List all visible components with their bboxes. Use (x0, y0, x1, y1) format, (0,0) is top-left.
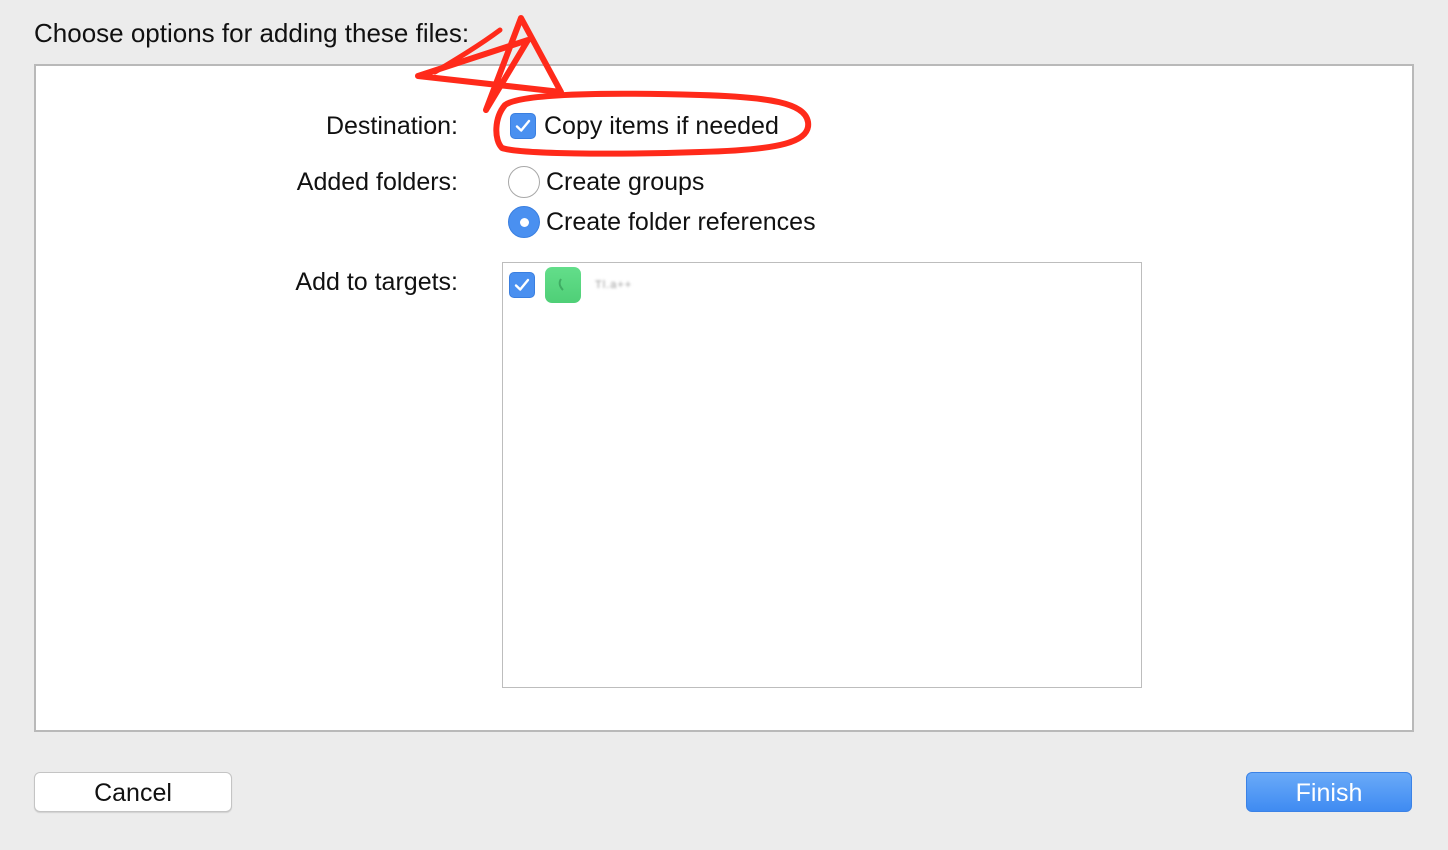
create-folder-references-label[interactable]: Create folder references (546, 206, 816, 238)
add-files-dialog: Choose options for adding these files: D… (0, 0, 1448, 850)
copy-items-label[interactable]: Copy items if needed (544, 110, 779, 142)
targets-list[interactable]: Tl.a++ (502, 262, 1142, 688)
create-groups-radio-row[interactable]: Create groups (508, 166, 704, 198)
finish-button[interactable]: Finish (1246, 772, 1412, 812)
create-folder-references-radio[interactable] (508, 206, 540, 238)
target-row[interactable]: Tl.a++ (509, 267, 632, 303)
added-folders-label: Added folders: (296, 168, 458, 196)
app-glyph-icon (558, 278, 564, 291)
dialog-heading: Choose options for adding these files: (34, 18, 470, 48)
checkmark-icon (515, 119, 531, 132)
create-groups-radio[interactable] (508, 166, 540, 198)
copy-items-checkbox[interactable] (510, 113, 536, 139)
copy-items-checkbox-row[interactable]: Copy items if needed (510, 110, 779, 142)
checkmark-icon (514, 278, 530, 291)
radio-selected-dot (519, 217, 529, 227)
add-to-targets-label: Add to targets: (295, 268, 458, 296)
options-panel: Destination: Copy items if needed Added … (34, 64, 1414, 732)
cancel-button[interactable]: Cancel (34, 772, 232, 812)
target-checkbox[interactable] (509, 272, 535, 298)
create-folder-references-radio-row[interactable]: Create folder references (508, 206, 816, 238)
create-groups-label[interactable]: Create groups (546, 166, 704, 198)
destination-label: Destination: (325, 112, 458, 140)
target-name: Tl.a++ (595, 279, 633, 291)
app-icon (545, 267, 581, 303)
